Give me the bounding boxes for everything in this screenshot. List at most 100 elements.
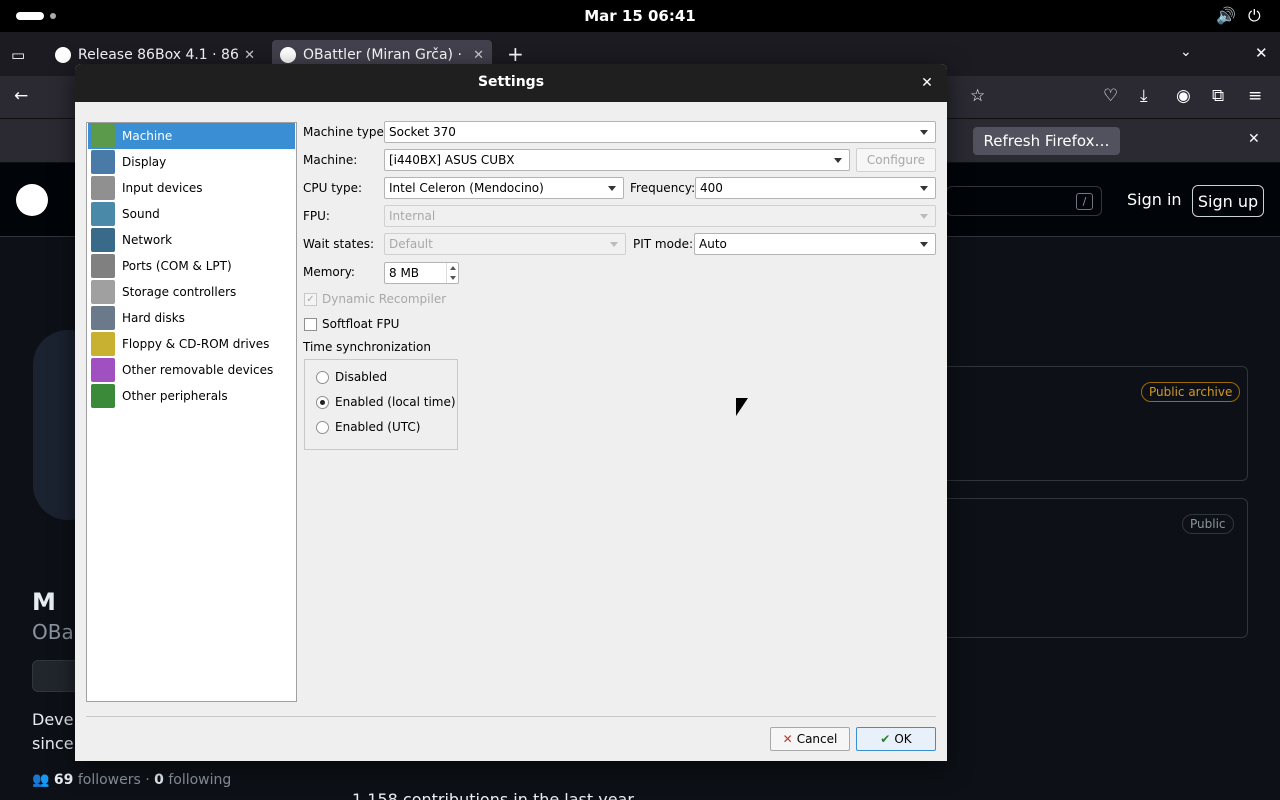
pocket-icon[interactable]: ♡	[1103, 86, 1118, 106]
power-icon[interactable]: ⏻	[1248, 6, 1261, 26]
machine-type-value: Socket 370	[389, 125, 456, 139]
tab-close-icon[interactable]: ✕	[244, 48, 255, 63]
category-sound[interactable]: Sound	[88, 201, 295, 227]
back-icon[interactable]: ←	[14, 86, 28, 106]
cancel-button[interactable]: ✕ Cancel	[770, 727, 850, 751]
fpu-label: FPU:	[303, 209, 330, 223]
spin-down-icon[interactable]	[449, 276, 456, 280]
notification-close-icon[interactable]: ✕	[1248, 131, 1260, 147]
tab-close-icon[interactable]: ✕	[473, 48, 484, 63]
floppy-cdrom-icon	[91, 332, 115, 356]
keyboard-icon	[91, 176, 115, 200]
followers-info[interactable]: 👥 69 followers · 0 following	[32, 772, 231, 788]
machine-select[interactable]: [i440BX] ASUS CUBX	[384, 149, 850, 171]
search-shortcut-key: /	[1076, 193, 1093, 210]
account-icon[interactable]: ◉	[1176, 86, 1191, 106]
configure-button[interactable]: Configure	[856, 148, 936, 172]
system-top-bar: Mar 15 06:41 🔊 ⏻	[0, 0, 1280, 32]
close-window-icon[interactable]: ✕	[1255, 44, 1268, 62]
category-label: Other peripherals	[122, 389, 228, 403]
category-label: Storage controllers	[122, 285, 237, 299]
sign-in-link[interactable]: Sign in	[1127, 190, 1182, 209]
category-label: Input devices	[122, 181, 203, 195]
category-label: Network	[122, 233, 173, 247]
clock[interactable]: Mar 15 06:41	[0, 7, 1280, 25]
spin-arrows[interactable]	[446, 263, 458, 283]
category-label: Hard disks	[122, 311, 185, 325]
wait-states-select[interactable]: Default	[384, 233, 626, 255]
memory-label: Memory:	[303, 265, 355, 279]
harddisk-icon	[91, 306, 115, 330]
memory-spinbox[interactable]: 8 MB	[384, 262, 459, 284]
fpu-value: Internal	[389, 209, 436, 223]
public-badge: Public	[1182, 514, 1234, 534]
settings-category-list[interactable]: Machine Display Input devices Sound Netw…	[86, 122, 297, 702]
category-label: Sound	[122, 207, 160, 221]
pit-mode-select[interactable]: Auto	[694, 233, 936, 255]
chevron-down-icon	[920, 241, 928, 247]
dynamic-recompiler-label: Dynamic Recompiler	[322, 292, 447, 306]
github-logo-icon[interactable]	[16, 184, 48, 216]
profile-name: M	[32, 588, 56, 616]
tab-overview-icon[interactable]: ▭	[11, 46, 25, 64]
category-floppy-cdrom[interactable]: Floppy & CD-ROM drives	[88, 331, 295, 357]
cancel-label: Cancel	[796, 732, 838, 746]
people-icon: 👥	[32, 772, 50, 788]
followers-count: 69	[53, 772, 74, 788]
tab-title: Release 86Box 4.1 · 86Box	[78, 47, 239, 63]
frequency-select[interactable]: 400	[695, 177, 936, 199]
category-network[interactable]: Network	[88, 227, 295, 253]
new-tab-icon[interactable]: +	[507, 42, 524, 66]
refresh-firefox-button[interactable]: Refresh Firefox…	[973, 127, 1120, 155]
time-sync-option-label: Enabled (UTC)	[335, 420, 421, 434]
category-machine[interactable]: Machine	[88, 123, 295, 149]
public-archive-badge: Public archive	[1141, 382, 1241, 402]
dynamic-recompiler-checkbox[interactable]: ✓	[304, 293, 317, 306]
downloads-icon[interactable]: ⤓	[1140, 86, 1148, 106]
sign-up-button[interactable]: Sign up	[1192, 185, 1264, 217]
chevron-down-icon	[834, 157, 842, 163]
profile-bio: Devel since	[32, 708, 78, 756]
following-count: 0	[154, 772, 164, 788]
softfloat-fpu-checkbox[interactable]	[304, 318, 317, 331]
ok-label: OK	[894, 732, 912, 746]
fpu-select[interactable]: Internal	[384, 205, 936, 227]
speaker-icon	[91, 202, 115, 226]
menu-icon[interactable]: ≡	[1248, 86, 1262, 106]
time-sync-local-radio[interactable]	[316, 396, 329, 409]
mouse-cursor-icon	[736, 398, 748, 416]
wait-states-label: Wait states:	[303, 237, 374, 251]
bookmark-star-icon[interactable]: ☆	[970, 86, 985, 106]
category-other-peripherals[interactable]: Other peripherals	[88, 383, 295, 409]
dialog-titlebar[interactable]: Settings ✕	[75, 64, 947, 102]
machine-icon	[91, 124, 115, 148]
machine-type-select[interactable]: Socket 370	[384, 121, 936, 143]
category-hard-disks[interactable]: Hard disks	[88, 305, 295, 331]
category-display[interactable]: Display	[88, 149, 295, 175]
frequency-label: Frequency:	[630, 181, 696, 195]
ok-button[interactable]: ✔ OK	[856, 727, 936, 751]
machine-label: Machine:	[303, 153, 358, 167]
wait-states-value: Default	[389, 237, 433, 251]
category-other-removable[interactable]: Other removable devices	[88, 357, 295, 383]
time-sync-utc-radio[interactable]	[316, 421, 329, 434]
memory-value: 8 MB	[389, 266, 420, 280]
extensions-icon[interactable]: ⧉	[1212, 86, 1224, 106]
category-label: Machine	[122, 129, 173, 143]
cpu-type-value: Intel Celeron (Mendocino)	[389, 181, 544, 195]
dialog-close-icon[interactable]: ✕	[917, 73, 937, 93]
spin-up-icon[interactable]	[449, 266, 456, 270]
category-ports[interactable]: Ports (COM & LPT)	[88, 253, 295, 279]
category-storage-controllers[interactable]: Storage controllers	[88, 279, 295, 305]
port-icon	[91, 254, 115, 278]
chevron-down-icon	[920, 129, 928, 135]
dialog-title: Settings	[477, 74, 545, 90]
time-sync-disabled-radio[interactable]	[316, 371, 329, 384]
followers-label: followers	[77, 772, 141, 788]
volume-icon[interactable]: 🔊	[1216, 6, 1236, 25]
list-tabs-icon[interactable]: ⌄	[1180, 44, 1192, 60]
cpu-type-select[interactable]: Intel Celeron (Mendocino)	[384, 177, 624, 199]
following-label: following	[168, 772, 232, 788]
chevron-down-icon	[610, 241, 618, 247]
category-input-devices[interactable]: Input devices	[88, 175, 295, 201]
